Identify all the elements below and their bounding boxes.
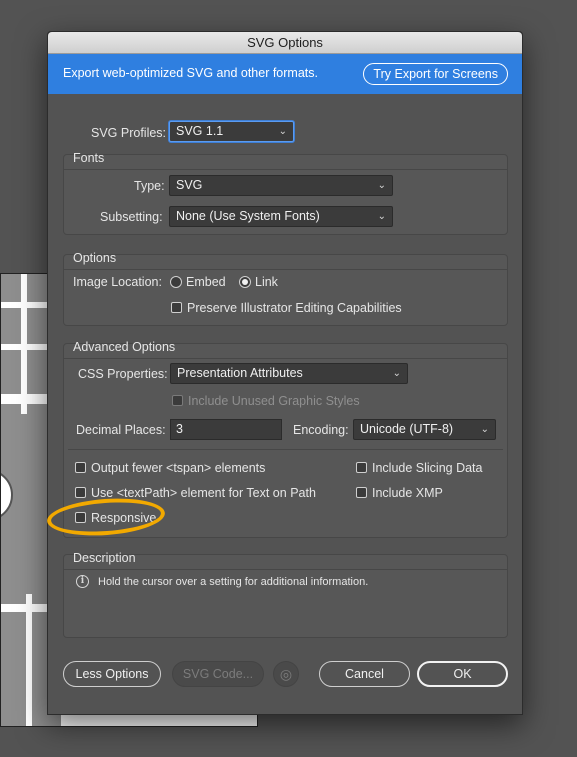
embed-radio[interactable] (170, 276, 182, 288)
advanced-options-group: Advanced Options CSS Properties: Present… (63, 340, 508, 538)
font-type-value: SVG (176, 178, 203, 192)
description-title: Description (73, 551, 136, 565)
ok-button[interactable]: OK (417, 661, 508, 687)
decimal-places-input[interactable]: 3 (170, 419, 282, 440)
cancel-button[interactable]: Cancel (319, 661, 410, 687)
fonts-group: Fonts Type: SVG ⌄ Subsetting: None (Use … (63, 151, 508, 235)
decimal-places-label: Decimal Places: (76, 423, 166, 437)
link-radio-label[interactable]: Link (255, 275, 278, 289)
svg-options-dialog: SVG Options Export web-optimized SVG and… (47, 31, 523, 715)
output-fewer-tspan-label[interactable]: Output fewer <tspan> elements (91, 461, 265, 475)
encoding-select[interactable]: Unicode (UTF-8) ⌄ (353, 419, 496, 440)
image-location-label: Image Location: (73, 275, 162, 289)
include-slicing-data-checkbox[interactable] (356, 462, 367, 473)
responsive-label[interactable]: Responsive (91, 511, 156, 525)
subsetting-select[interactable]: None (Use System Fonts) ⌄ (169, 206, 393, 227)
less-options-button[interactable]: Less Options (63, 661, 161, 687)
include-xmp-checkbox[interactable] (356, 487, 367, 498)
font-type-label: Type: (134, 179, 165, 193)
use-textpath-label[interactable]: Use <textPath> element for Text on Path (91, 486, 316, 500)
responsive-checkbox[interactable] (75, 512, 86, 523)
css-properties-label: CSS Properties: (78, 367, 168, 381)
chevron-down-icon: ⌄ (392, 368, 401, 379)
use-textpath-checkbox[interactable] (75, 487, 86, 498)
globe-icon[interactable]: ◎ (273, 661, 299, 687)
svg-profiles-select[interactable]: SVG 1.1 ⌄ (169, 121, 294, 142)
svg-code-button[interactable]: SVG Code... (172, 661, 264, 687)
dialog-title: SVG Options (48, 32, 522, 54)
link-radio[interactable] (239, 276, 251, 288)
chevron-down-icon: ⌄ (377, 211, 386, 222)
info-icon: i (76, 575, 89, 588)
preserve-editing-label[interactable]: Preserve Illustrator Editing Capabilitie… (187, 301, 402, 315)
svg-profiles-value: SVG 1.1 (176, 124, 224, 138)
options-group: Options Image Location: Embed Link Prese… (63, 251, 508, 326)
try-export-for-screens-button[interactable]: Try Export for Screens (363, 63, 508, 85)
css-properties-select[interactable]: Presentation Attributes ⌄ (170, 363, 408, 384)
export-banner: Export web-optimized SVG and other forma… (48, 54, 522, 94)
advanced-options-title: Advanced Options (73, 340, 176, 354)
encoding-value: Unicode (UTF-8) (360, 422, 454, 436)
embed-radio-label[interactable]: Embed (186, 275, 226, 289)
css-properties-value: Presentation Attributes (177, 366, 303, 380)
include-unused-styles-label: Include Unused Graphic Styles (188, 394, 360, 408)
font-type-select[interactable]: SVG ⌄ (169, 175, 393, 196)
svg-profiles-label: SVG Profiles: (91, 126, 167, 140)
description-group: Description i Hold the cursor over a set… (63, 551, 508, 638)
chevron-down-icon: ⌄ (278, 126, 287, 137)
preserve-editing-checkbox[interactable] (171, 302, 182, 313)
chevron-down-icon: ⌄ (377, 180, 386, 191)
include-xmp-label[interactable]: Include XMP (372, 486, 443, 500)
subsetting-label: Subsetting: (100, 210, 163, 224)
subsetting-value: None (Use System Fonts) (176, 209, 320, 223)
output-fewer-tspan-checkbox[interactable] (75, 462, 86, 473)
encoding-label: Encoding: (293, 423, 349, 437)
fonts-group-title: Fonts (73, 151, 105, 165)
options-group-title: Options (73, 251, 117, 265)
include-unused-styles-checkbox[interactable] (172, 395, 183, 406)
banner-text: Export web-optimized SVG and other forma… (63, 66, 318, 80)
description-text: Hold the cursor over a setting for addit… (98, 576, 369, 588)
chevron-down-icon: ⌄ (480, 424, 489, 435)
include-slicing-data-label[interactable]: Include Slicing Data (372, 461, 482, 475)
